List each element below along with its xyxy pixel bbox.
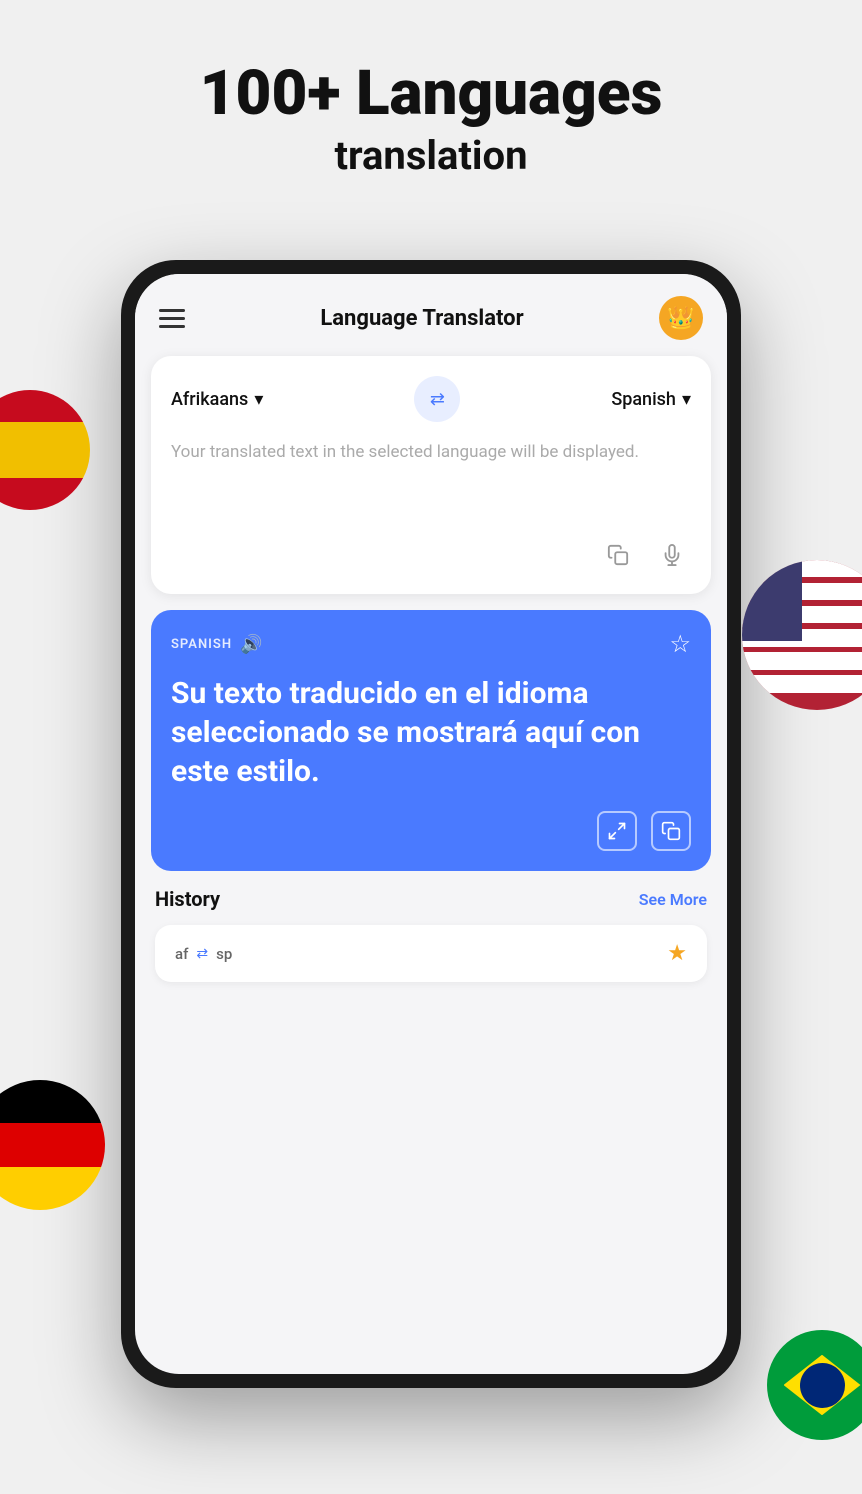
germany-flag-ball <box>0 1080 105 1210</box>
brazil-flag-ball <box>767 1330 862 1440</box>
favorite-button[interactable]: ☆ <box>669 630 691 658</box>
speaker-icon[interactable]: 🔊 <box>240 634 262 655</box>
result-card-header: SPANISH 🔊 ☆ <box>171 630 691 658</box>
microphone-button[interactable] <box>653 536 691 574</box>
menu-button[interactable] <box>159 309 185 328</box>
history-langs: af ⇄ sp <box>175 945 232 963</box>
history-source-code: af <box>175 945 188 963</box>
phone-frame: Language Translator 👑 Afrikaans ▾ ⇄ Span… <box>121 260 741 1388</box>
source-language-selector[interactable]: Afrikaans ▾ <box>171 389 263 410</box>
usa-flag-ball <box>742 560 862 710</box>
history-section: History See More af ⇄ sp ★ <box>135 887 727 1002</box>
result-card-actions <box>171 811 691 851</box>
spain-flag-ball <box>0 390 90 510</box>
language-selector-row: Afrikaans ▾ ⇄ Spanish ▾ <box>171 376 691 422</box>
result-language-label-group: SPANISH 🔊 <box>171 634 262 655</box>
copy-result-button[interactable] <box>651 811 691 851</box>
history-swap-icon: ⇄ <box>196 946 208 962</box>
hero-line2: translation <box>200 132 663 179</box>
app-header: Language Translator 👑 <box>135 274 727 356</box>
crown-icon: 👑 <box>667 306 694 331</box>
hero-line1: 100+ Languages <box>200 60 663 128</box>
target-language-selector[interactable]: Spanish ▾ <box>611 389 691 410</box>
input-card-actions <box>171 536 691 574</box>
see-more-button[interactable]: See More <box>639 890 707 909</box>
history-item[interactable]: af ⇄ sp ★ <box>155 925 707 982</box>
source-chevron-icon: ▾ <box>254 389 263 410</box>
history-title: History <box>155 887 220 911</box>
copy-input-button[interactable] <box>599 536 637 574</box>
fullscreen-button[interactable] <box>597 811 637 851</box>
target-language-label: Spanish <box>611 389 676 410</box>
history-header: History See More <box>155 887 707 911</box>
result-language-label: SPANISH <box>171 637 232 652</box>
hero-section: 100+ Languages translation <box>200 60 663 179</box>
app-title: Language Translator <box>320 306 523 331</box>
history-favorite-icon[interactable]: ★ <box>667 941 687 966</box>
translation-result-card: SPANISH 🔊 ☆ Su texto traducido en el idi… <box>151 610 711 871</box>
phone-screen: Language Translator 👑 Afrikaans ▾ ⇄ Span… <box>135 274 727 1374</box>
history-target-code: sp <box>216 945 232 963</box>
translation-placeholder-text[interactable]: Your translated text in the selected lan… <box>171 440 691 520</box>
premium-button[interactable]: 👑 <box>659 296 703 340</box>
target-chevron-icon: ▾ <box>682 389 691 410</box>
result-translated-text: Su texto traducido en el idioma seleccio… <box>171 674 691 791</box>
translation-input-card: Afrikaans ▾ ⇄ Spanish ▾ Your translated … <box>151 356 711 594</box>
swap-languages-button[interactable]: ⇄ <box>414 376 460 422</box>
phone-mockup: Language Translator 👑 Afrikaans ▾ ⇄ Span… <box>121 260 741 1388</box>
source-language-label: Afrikaans <box>171 389 248 410</box>
